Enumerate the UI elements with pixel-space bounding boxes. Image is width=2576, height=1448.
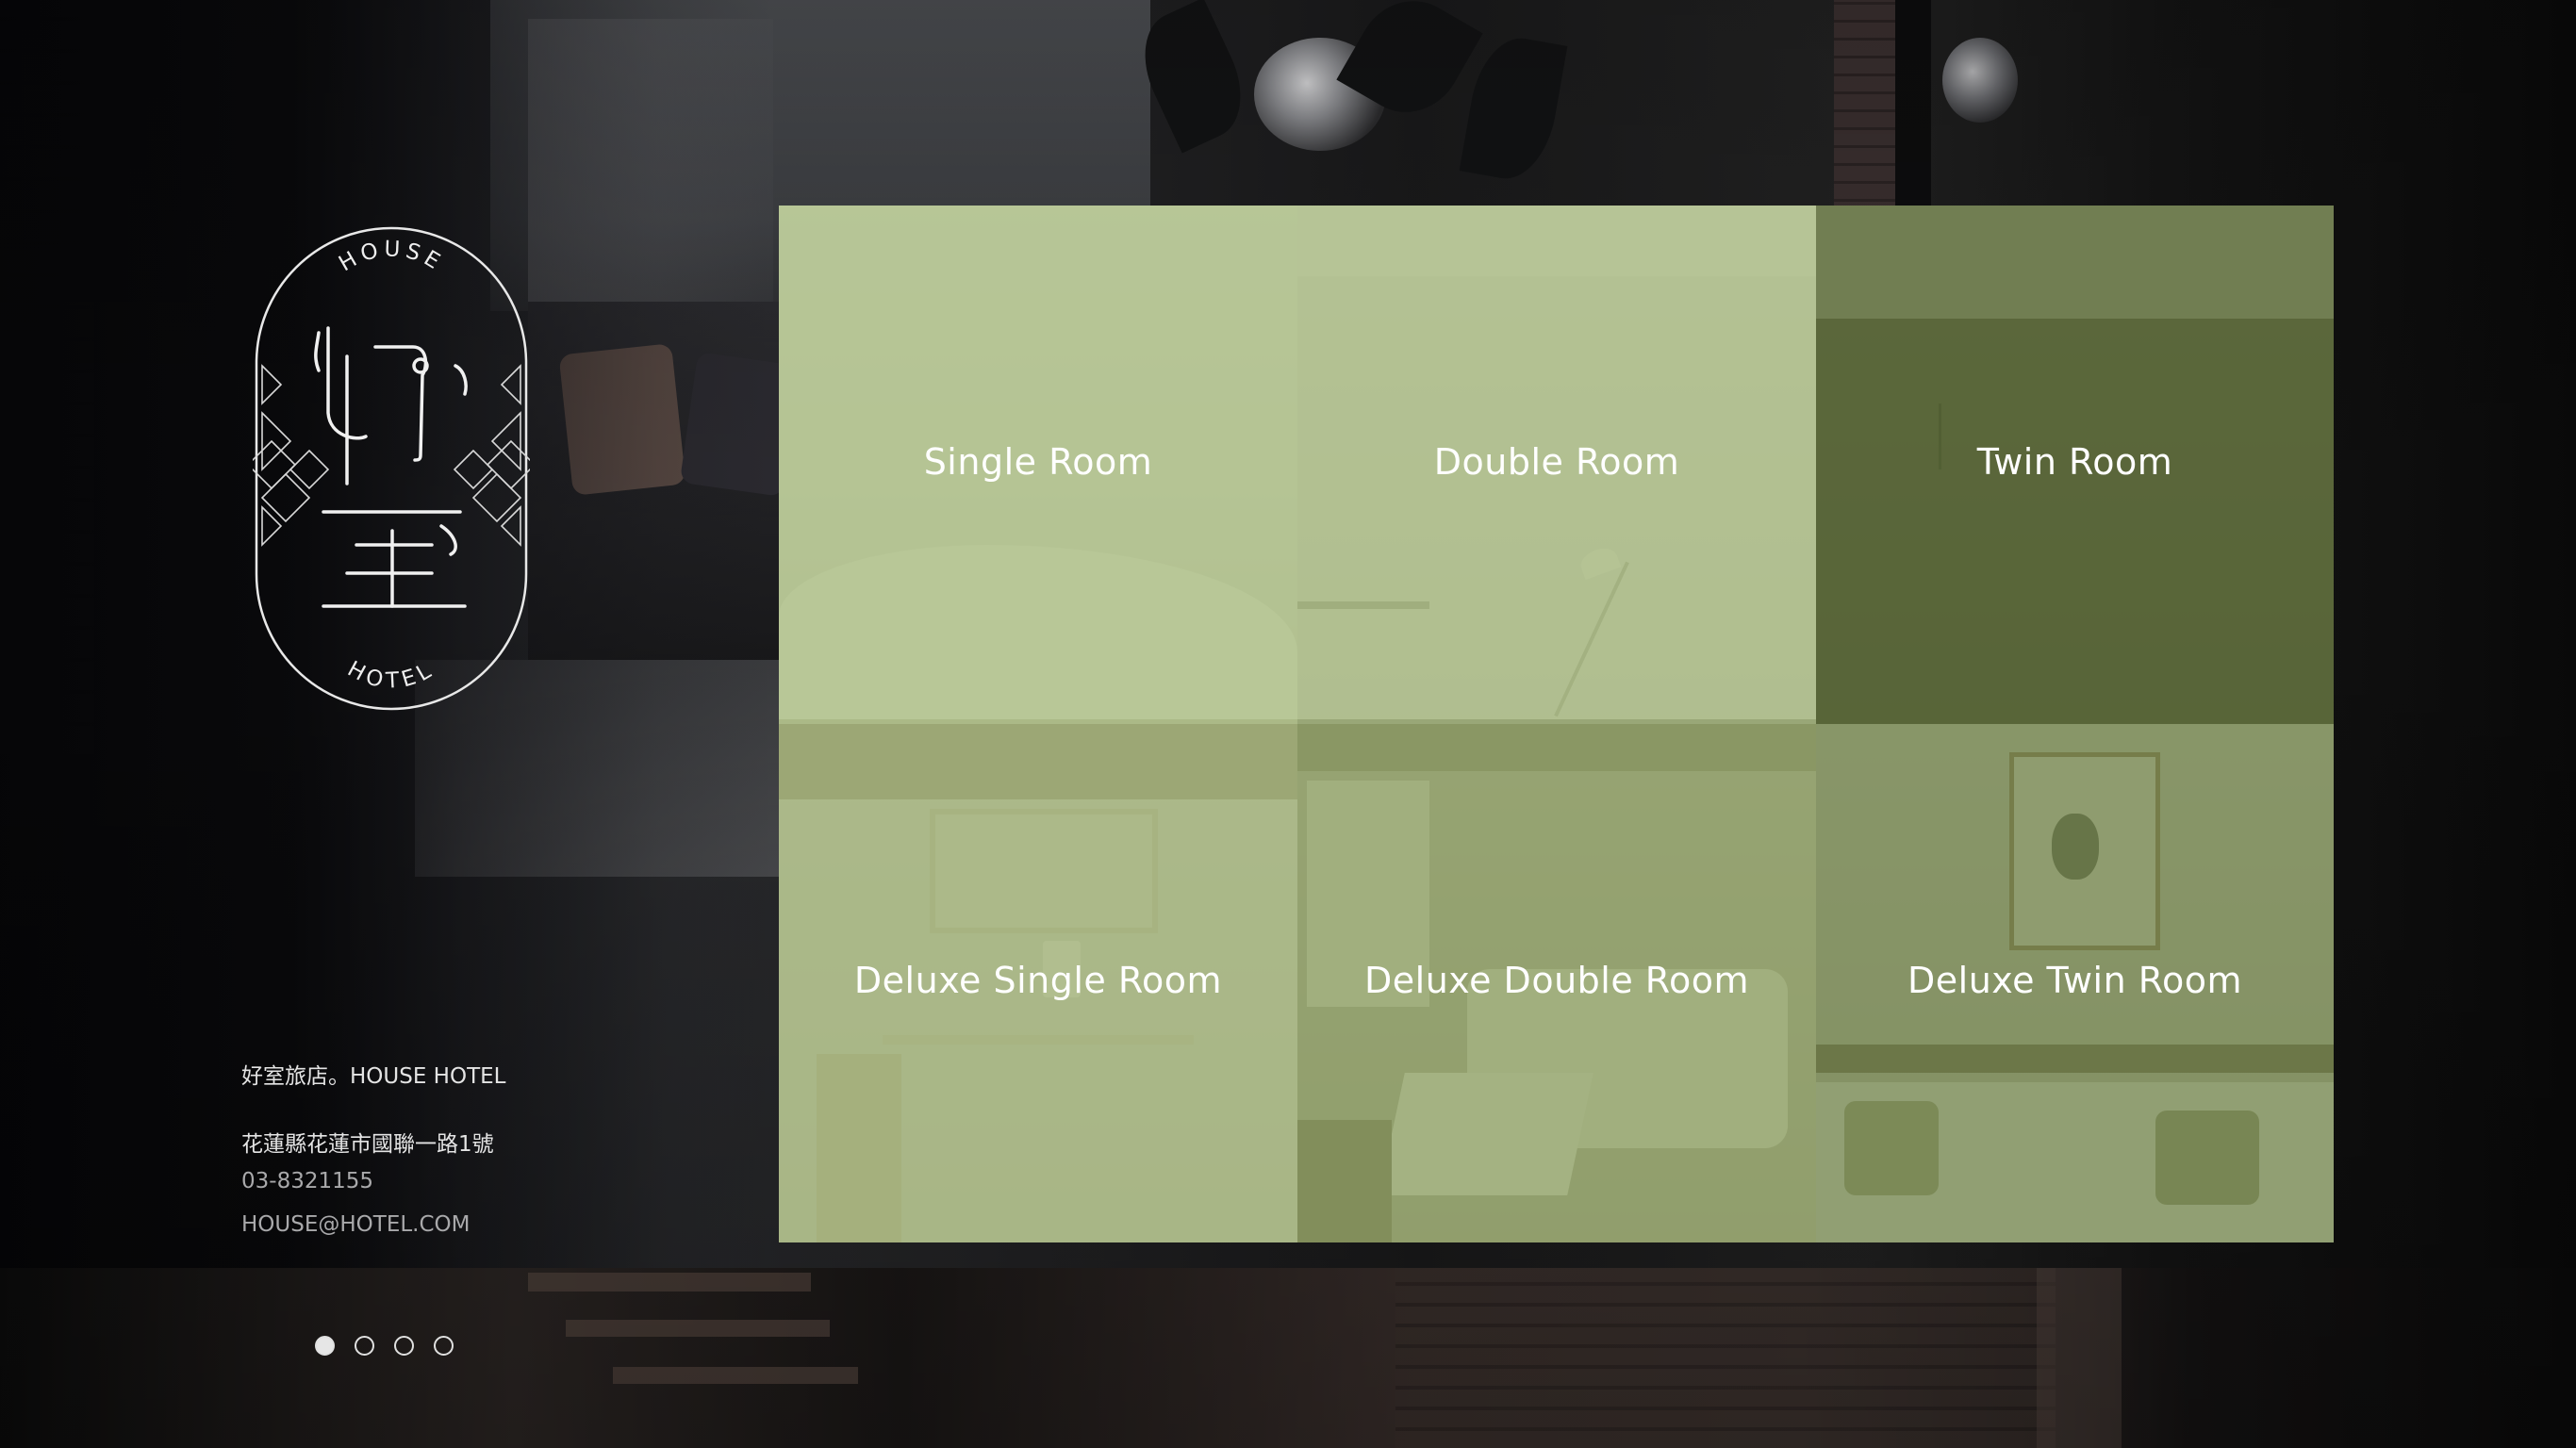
pagination-dot-3[interactable] <box>394 1336 414 1356</box>
hotel-phone[interactable]: 03-8321155 <box>241 1169 373 1193</box>
room-label-deluxe-double: Deluxe Double Room <box>1364 960 1749 1001</box>
hotel-address: 花蓮縣花蓮市國聯一路1號 <box>241 1132 494 1157</box>
house-hotel-emblem-icon: HOUSE HOTEL <box>253 226 530 711</box>
room-tile-double[interactable]: Double Room <box>1297 206 1816 724</box>
room-tile-deluxe-single[interactable]: Deluxe Single Room <box>779 724 1297 1242</box>
hotel-name: 好室旅店。HOUSE HOTEL <box>241 1064 506 1089</box>
logo-top-text: HOUSE <box>335 237 443 276</box>
room-tile-deluxe-double[interactable]: Deluxe Double Room <box>1297 724 1816 1242</box>
hotel-email[interactable]: HOUSE@HOTEL.COM <box>241 1212 470 1237</box>
room-label-double: Double Room <box>1433 441 1680 483</box>
hotel-logo[interactable]: HOUSE HOTEL <box>253 224 530 713</box>
pagination-dot-2[interactable] <box>355 1336 374 1356</box>
svg-text:HOUSE: HOUSE <box>335 237 448 276</box>
room-tile-deluxe-twin[interactable]: Deluxe Twin Room <box>1816 724 2334 1242</box>
room-label-twin: Twin Room <box>1976 441 2173 483</box>
room-label-single: Single Room <box>923 441 1153 483</box>
slide-pagination <box>315 1336 454 1356</box>
logo-bottom-text: HOTEL <box>343 657 435 694</box>
room-label-deluxe-twin: Deluxe Twin Room <box>1907 960 2242 1001</box>
room-tile-twin[interactable]: Twin Room <box>1816 206 2334 724</box>
room-label-deluxe-single: Deluxe Single Room <box>853 960 1223 1001</box>
room-grid: Single Room Double Room Twin Room Deluxe… <box>779 206 2334 1242</box>
svg-text:HOTEL: HOTEL <box>343 657 439 694</box>
room-tile-single[interactable]: Single Room <box>779 206 1297 724</box>
pagination-dot-4[interactable] <box>434 1336 454 1356</box>
pagination-dot-1[interactable] <box>315 1336 335 1356</box>
